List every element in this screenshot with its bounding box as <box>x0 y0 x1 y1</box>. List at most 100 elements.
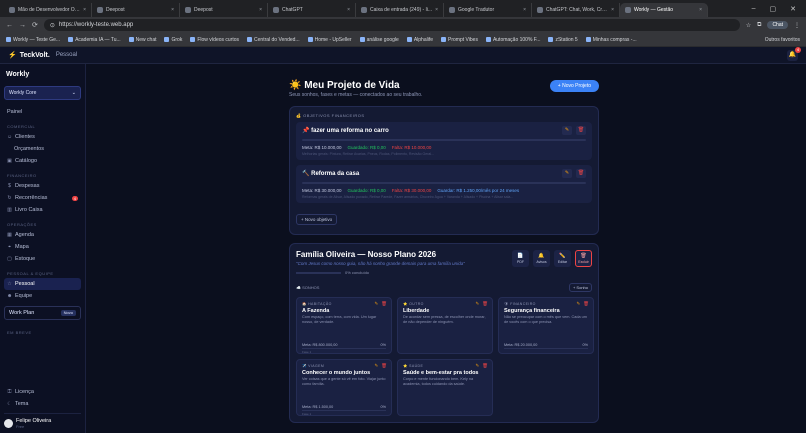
user-profile[interactable]: Felipe Oliveira Free <box>4 413 81 429</box>
browser-tab[interactable]: Caixa de entrada (249) - li... × <box>356 3 444 17</box>
dream-card[interactable]: 🛡 FINANCEIRO Segurança financeira Não se p… <box>498 297 594 354</box>
bookmark-item[interactable]: Home - UpSeller <box>307 37 352 43</box>
bookmark-favicon-icon <box>307 37 313 42</box>
edit-icon[interactable]: ✎ <box>476 301 480 307</box>
other-bookmarks[interactable]: Outros favoritos <box>765 37 800 43</box>
edit-icon[interactable]: ✎ <box>562 126 572 135</box>
close-icon[interactable]: × <box>699 7 702 13</box>
bookmark-item[interactable]: Workly — Teste Ge... <box>6 37 60 43</box>
dream-card[interactable]: ✈️ VIAGEM Conhecer o mundo juntos Ver cois… <box>296 359 392 416</box>
family-plan-title: Família Oliveira — Nosso Plano 2026 <box>296 250 437 259</box>
sidebar-item-painel[interactable]: Painel <box>4 106 81 118</box>
delete-icon[interactable]: 🗑 <box>576 169 586 178</box>
bookmark-item[interactable]: Alphalife <box>406 37 433 43</box>
edit-icon[interactable]: ✎ <box>476 363 480 369</box>
close-window-icon[interactable]: ✕ <box>790 5 796 13</box>
star-icon[interactable]: ☆ <box>746 22 751 29</box>
browser-tab[interactable]: ChatGPT: Chat, Work, Creat... × <box>532 3 620 17</box>
sidebar-item-label: Despesas <box>15 183 40 189</box>
close-icon[interactable]: × <box>83 7 86 13</box>
sidebar-item-livro-caixa[interactable]: ▥ Livro Caixa <box>4 204 81 216</box>
work-plan-item[interactable]: Work Plan Novo <box>4 306 81 320</box>
close-icon[interactable]: × <box>611 7 614 13</box>
coming-soon-label: Em breve <box>7 330 32 335</box>
delete-icon[interactable]: 🗑 <box>381 363 387 369</box>
delete-icon[interactable]: 🗑 <box>482 363 488 369</box>
url-input[interactable]: ⊙ https://workly-teste.web.app <box>43 19 740 31</box>
new-project-button[interactable]: + Novo Projeto <box>549 80 599 92</box>
bookmark-item[interactable]: New chat <box>128 37 156 43</box>
pdf-button[interactable]: 📄 PDF <box>512 250 529 267</box>
close-icon[interactable]: × <box>435 7 438 13</box>
sidebar-item-estoque[interactable]: ▢ Estoque <box>4 253 81 265</box>
workspace-selector[interactable]: Workly Core ⌄ <box>4 86 81 100</box>
excluir-button[interactable]: 🗑 Excluir <box>575 250 592 267</box>
sidebar-item-mapa[interactable]: ⌖ Mapa <box>4 241 81 253</box>
back-icon[interactable]: ← <box>6 22 13 29</box>
chat-button[interactable]: Chat <box>767 21 788 29</box>
edit-icon[interactable]: ✎ <box>375 301 379 307</box>
moon-icon: ☾ <box>7 401 12 407</box>
delete-icon[interactable]: 🗑 <box>583 301 589 307</box>
sidebar-item-licenca[interactable]: ⚿ Licença <box>4 386 81 398</box>
maximize-icon[interactable]: ▢ <box>770 5 777 13</box>
bookmark-item[interactable]: Grok <box>164 37 182 43</box>
close-icon[interactable]: × <box>523 7 526 13</box>
delete-icon[interactable]: 🗑 <box>482 301 488 307</box>
dream-card[interactable]: 🏠 HABITAÇÃO A Fazenda Com espaço, com terr… <box>296 297 392 354</box>
dream-card[interactable]: ⭐ OUTRO Liberdade De acordar sem pressa, d… <box>397 297 493 354</box>
close-icon[interactable]: × <box>171 7 174 13</box>
editar-button[interactable]: ✏️ Editar <box>554 250 571 267</box>
browser-tab[interactable]: Google Tradutor × <box>444 3 532 17</box>
dream-description: Ver coisas que a gente só vê em foto. Vi… <box>302 377 386 386</box>
edit-icon[interactable]: ✎ <box>375 363 379 369</box>
sidebar-item-agenda[interactable]: ▦ Agenda <box>4 229 81 241</box>
bookmark-favicon-icon <box>485 37 491 42</box>
bookmark-item[interactable]: Minhas compras -... <box>585 37 637 43</box>
close-icon[interactable]: × <box>259 7 262 13</box>
avisos-button[interactable]: 🔔 Avisos <box>533 250 550 267</box>
bookmark-item[interactable]: zStation 5 <box>548 37 578 43</box>
extensions-icon[interactable]: ⧉ <box>757 22 761 29</box>
bolt-icon: ⚡ <box>8 52 17 59</box>
delete-icon[interactable]: 🗑 <box>381 301 387 307</box>
browser-tab[interactable]: Deepost × <box>92 3 180 17</box>
dream-card[interactable]: ⭐ SAÚDE Saúde e bem-estar pra todos Corpo … <box>397 359 493 416</box>
edit-icon[interactable]: ✎ <box>562 169 572 178</box>
delete-icon[interactable]: 🗑 <box>576 126 586 135</box>
browser-tab[interactable]: Deepost × <box>180 3 268 17</box>
tab-favicon-icon <box>185 7 191 13</box>
tab-title: ChatGPT <box>282 7 303 13</box>
bookmark-item[interactable]: análise google <box>359 37 399 43</box>
bell-icon[interactable]: 🔔 4 <box>787 46 801 61</box>
sidebar-item-tema[interactable]: ☾ Tema <box>4 398 81 410</box>
sidebar-item-orçamentos[interactable]: Orçamentos <box>4 143 81 155</box>
bookmark-item[interactable]: Prompt Vibes <box>441 37 478 43</box>
site-info-icon[interactable]: ⊙ <box>50 22 55 29</box>
forward-icon[interactable]: → <box>19 22 26 29</box>
sidebar-item-pessoal[interactable]: ☆ Pessoal <box>4 278 81 290</box>
bookmark-item[interactable]: Flow vídeos curtos <box>190 37 239 43</box>
reload-icon[interactable]: ⟳ <box>32 21 38 29</box>
browser-tab[interactable]: Workly — Gestão × <box>620 3 708 17</box>
bookmark-item[interactable]: Automação 100% F... <box>485 37 540 43</box>
sidebar-item-equipe[interactable]: ☻ Equipe <box>4 290 81 302</box>
sidebar-item-icon: ▥ <box>7 207 12 213</box>
bookmark-item[interactable]: Academia IA — Tu... <box>68 37 121 43</box>
new-objective-button[interactable]: + Novo objetivo <box>296 214 338 225</box>
minimize-icon[interactable]: – <box>752 5 756 13</box>
browser-tab[interactable]: Mão de Desenvolvedor Op... × <box>4 3 92 17</box>
add-dream-button[interactable]: + Sonho <box>568 283 592 292</box>
sidebar-item-despesas[interactable]: $ Despesas <box>4 180 81 192</box>
browser-tab[interactable]: ChatGPT × <box>268 3 356 17</box>
sidebar-item-clientes[interactable]: ☺ Clientes <box>4 131 81 143</box>
close-icon[interactable]: × <box>347 7 350 13</box>
sidebar-item-catálogo[interactable]: ▣ Catálogo <box>4 155 81 167</box>
sidebar-item-recorrências[interactable]: ↻ Recorrências 4 <box>4 192 81 204</box>
bookmark-favicon-icon <box>585 37 591 42</box>
bookmark-item[interactable]: Central do Vended... <box>247 37 300 43</box>
sidebar-item-label: Livro Caixa <box>15 207 43 213</box>
menu-icon[interactable]: ⋮ <box>794 22 800 29</box>
sidebar-item-label: Equipe <box>15 293 33 299</box>
edit-icon[interactable]: ✎ <box>577 301 581 307</box>
